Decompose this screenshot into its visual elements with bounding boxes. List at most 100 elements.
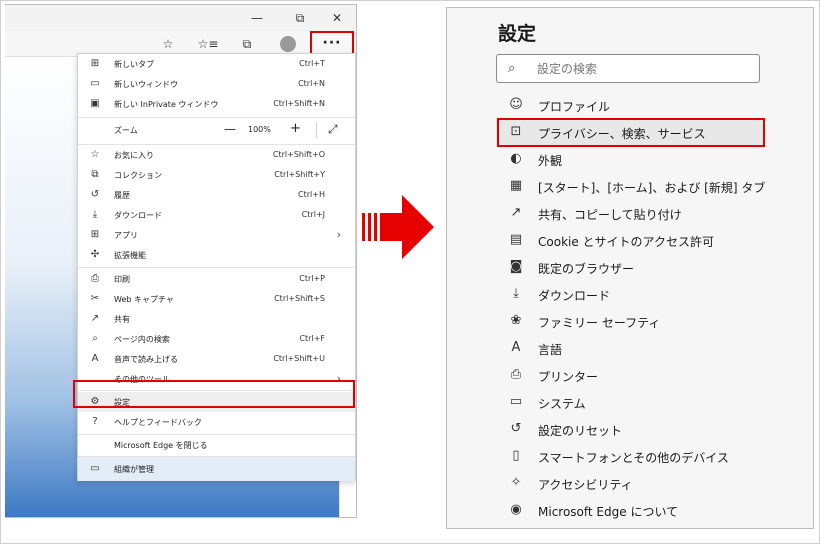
help-icon: ? — [92, 416, 98, 427]
palette-icon: ◐ — [510, 151, 522, 166]
settings-and-more-menu: ⊞ 新しいタブ Ctrl+T ▭ 新しいウィンドウ Ctrl+N ▣ 新しい I… — [77, 53, 356, 481]
menu-item-label: 新しいタブ — [114, 60, 154, 69]
menu-item-web-capture[interactable]: ✂ Web キャプチャ Ctrl+Shift+S — [78, 289, 355, 309]
new-tab-icon: ⊞ — [90, 58, 100, 69]
menu-item-zoom: ズーム — 100% + ⤢ — [78, 120, 355, 140]
nav-item-languages[interactable]: A 言語 — [496, 335, 764, 362]
menu-item-extensions[interactable]: ✣ 拡張機能 — [78, 245, 355, 265]
nav-item-label: 共有、コピーして貼り付け — [538, 208, 682, 222]
menu-item-find-on-page[interactable]: ⌕ ページ内の検索 Ctrl+F — [78, 329, 355, 349]
zoom-in-button[interactable]: + — [290, 121, 301, 136]
share-icon: ↗ — [90, 313, 100, 324]
menu-item-label: 共有 — [114, 315, 130, 324]
nav-item-system[interactable]: ▭ システム — [496, 389, 764, 416]
nav-item-label: Cookie とサイトのアクセス許可 — [538, 235, 714, 249]
menu-item-label: Microsoft Edge を閉じる — [114, 441, 208, 450]
menu-item-read-aloud[interactable]: A 音声で読み上げる Ctrl+Shift+U — [78, 349, 355, 369]
cookie-icon: ▤ — [509, 232, 523, 247]
menu-item-help[interactable]: ? ヘルプとフィードバック — [78, 412, 355, 432]
minimize-button[interactable]: — — [245, 8, 269, 28]
menu-item-label: ヘルプとフィードバック — [114, 418, 202, 427]
edge-browser-window: — ⧉ ✕ ☆ ☆≡ ⧉ ··· ⊞ 新しいタブ Ctrl+T ▭ 新しいウィン… — [5, 4, 357, 518]
collections-icon[interactable]: ⧉ — [236, 35, 258, 53]
share-icon: ↗ — [510, 205, 522, 220]
nav-item-share-copy-paste[interactable]: ↗ 共有、コピーして貼り付け — [496, 200, 764, 227]
favorites-icon: ☆ — [90, 149, 100, 160]
profile-icon[interactable] — [280, 36, 296, 52]
menu-item-shortcut: Ctrl+F — [299, 334, 325, 343]
menu-item-collections[interactable]: ⧉ コレクション Ctrl+Shift+Y — [78, 165, 355, 185]
menu-item-new-window[interactable]: ▭ 新しいウィンドウ Ctrl+N — [78, 74, 355, 94]
menu-divider — [78, 267, 355, 268]
close-button[interactable]: ✕ — [325, 8, 349, 28]
nav-item-profiles[interactable]: ☺ プロファイル — [496, 92, 764, 119]
nav-item-downloads[interactable]: ⤓ ダウンロード — [496, 281, 764, 308]
read-aloud-icon: A — [91, 353, 99, 364]
language-icon: A — [511, 340, 521, 355]
menu-item-print[interactable]: ⎙ 印刷 Ctrl+P — [78, 269, 355, 289]
nav-item-label: Microsoft Edge について — [538, 505, 679, 519]
menu-item-label: ページ内の検索 — [114, 335, 170, 344]
favorites-add-icon[interactable]: ☆ — [157, 35, 179, 53]
nav-item-label: スマートフォンとその他のデバイス — [538, 451, 729, 465]
menu-item-label: 音声で読み上げる — [114, 355, 178, 364]
menu-item-label: 拡張機能 — [114, 251, 146, 260]
phone-icon: ▯ — [512, 448, 520, 463]
menu-item-history[interactable]: ↺ 履歴 Ctrl+H — [78, 185, 355, 205]
nav-item-label: プリンター — [538, 370, 599, 384]
menu-item-label: 新しいウィンドウ — [114, 80, 178, 89]
apps-icon: ⊞ — [90, 229, 100, 240]
home-tab-icon: ▦ — [509, 178, 523, 193]
nav-item-phone-devices[interactable]: ▯ スマートフォンとその他のデバイス — [496, 443, 764, 470]
nav-item-printers[interactable]: ⎙ プリンター — [496, 362, 764, 389]
accessibility-icon: ✧ — [510, 475, 522, 490]
zoom-level: 100% — [248, 125, 271, 134]
fullscreen-icon[interactable]: ⤢ — [328, 122, 338, 137]
menu-item-shortcut: Ctrl+Shift+Y — [274, 170, 325, 179]
nav-item-about-edge[interactable]: ◉ Microsoft Edge について — [496, 497, 764, 524]
menu-item-share[interactable]: ↗ 共有 — [78, 309, 355, 329]
web-capture-icon: ✂ — [90, 293, 100, 304]
menu-item-label: Web キャプチャ — [114, 295, 174, 304]
edge-logo-icon: ◉ — [510, 502, 522, 517]
search-icon: ⌕ — [508, 61, 516, 76]
nav-item-label: プロファイル — [538, 100, 611, 114]
nav-item-reset-settings[interactable]: ↺ 設定のリセット — [496, 416, 764, 443]
settings-search-input[interactable] — [537, 60, 747, 77]
system-icon: ▭ — [509, 394, 523, 409]
menu-item-apps[interactable]: ⊞ アプリ › — [78, 225, 355, 245]
nav-item-start-home-new-tab[interactable]: ▦ [スタート]、[ホーム]、および [新規] タブ — [496, 173, 766, 200]
title-bar: — ⧉ ✕ — [5, 5, 356, 31]
menu-item-shortcut: Ctrl+Shift+U — [273, 354, 325, 363]
menu-item-downloads[interactable]: ⤓ ダウンロード Ctrl+J — [78, 205, 355, 225]
menu-item-managed-by-org[interactable]: ▭ 組織が管理 — [78, 457, 355, 481]
nav-item-appearance[interactable]: ◐ 外観 — [496, 146, 764, 173]
menu-item-label: アプリ — [114, 231, 138, 240]
find-icon: ⌕ — [92, 333, 98, 344]
nav-item-family-safety[interactable]: ❀ ファミリー セーフティ — [496, 308, 764, 335]
nav-item-label: 設定のリセット — [538, 424, 623, 438]
restore-button[interactable]: ⧉ — [288, 8, 312, 28]
nav-item-label: アクセシビリティ — [538, 478, 633, 492]
download-icon: ⤓ — [513, 286, 519, 301]
menu-item-close-edge[interactable]: Microsoft Edge を閉じる — [78, 435, 355, 455]
menu-item-favorites[interactable]: ☆ お気に入り Ctrl+Shift+O — [78, 145, 355, 165]
menu-item-label: 新しい InPrivate ウィンドウ — [114, 100, 219, 109]
menu-divider — [78, 117, 355, 118]
menu-item-shortcut: Ctrl+N — [298, 79, 325, 88]
nav-item-cookies[interactable]: ▤ Cookie とサイトのアクセス許可 — [496, 227, 764, 254]
collections-icon: ⧉ — [91, 169, 99, 180]
managed-icon: ▭ — [90, 463, 100, 474]
menu-item-new-tab[interactable]: ⊞ 新しいタブ Ctrl+T — [78, 54, 355, 74]
favorites-icon[interactable]: ☆≡ — [197, 35, 219, 53]
menu-item-shortcut: Ctrl+T — [299, 59, 325, 68]
nav-item-label: ダウンロード — [538, 289, 611, 303]
menu-item-shortcut: Ctrl+H — [298, 190, 325, 199]
nav-item-accessibility[interactable]: ✧ アクセシビリティ — [496, 470, 764, 497]
nav-item-default-browser[interactable]: ◙ 既定のブラウザー — [496, 254, 764, 281]
zoom-out-button[interactable]: — — [224, 122, 236, 136]
menu-item-label: 印刷 — [114, 275, 130, 284]
menu-item-label: 履歴 — [114, 191, 130, 200]
menu-item-inprivate[interactable]: ▣ 新しい InPrivate ウィンドウ Ctrl+Shift+N — [78, 94, 355, 114]
settings-search-box[interactable]: ⌕ — [496, 54, 760, 83]
